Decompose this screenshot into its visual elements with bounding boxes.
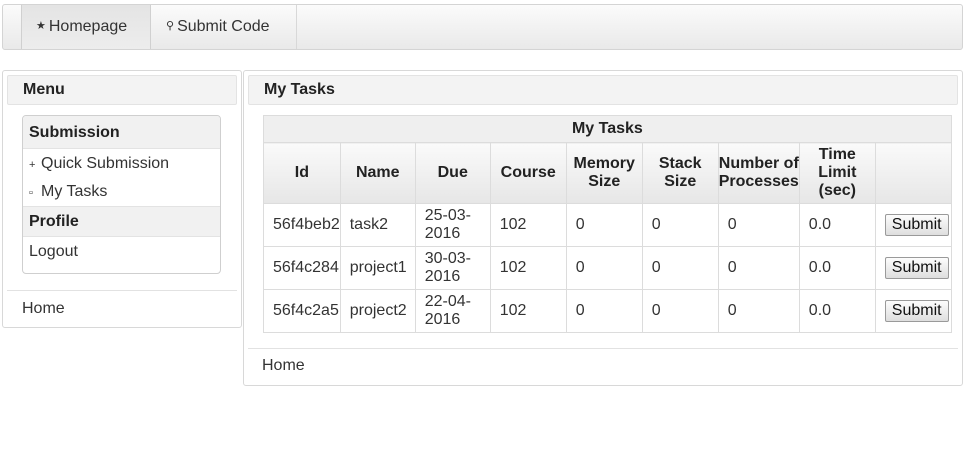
col-header-processes: Number of Processes <box>717 142 800 204</box>
submit-button[interactable]: Submit <box>884 214 949 236</box>
table-header-row: Id Name Due Course Memory Size Stack Siz… <box>263 142 952 204</box>
cell-stack: 0 <box>641 203 719 247</box>
sidebar-menu: Submission + Quick Submission ▫ My Tasks P… <box>22 115 221 274</box>
menu-item-my-tasks-label: My Tasks <box>41 183 108 200</box>
col-header-stack-size: Stack Size <box>641 142 719 204</box>
cell-due-year: 2016 <box>424 311 461 328</box>
col-header-course: Course <box>489 142 567 204</box>
col-header-action <box>874 142 952 204</box>
col-header-time-limit: Time Limit (sec) <box>798 142 876 204</box>
cell-due-date: 25-03- <box>424 207 471 224</box>
top-navbar: ★ Homepage ⚲ Submit Code <box>2 4 963 50</box>
cell-due: 22-04- 2016 <box>414 289 491 333</box>
cell-name: project1 <box>339 246 416 290</box>
cell-due: 30-03- 2016 <box>414 246 491 290</box>
sidebar-title: Menu <box>7 75 237 105</box>
col-header-due: Due <box>414 142 491 204</box>
nav-submit-code[interactable]: ⚲ Submit Code <box>152 5 297 49</box>
star-icon: ★ <box>36 20 46 32</box>
plus-icon: + <box>29 159 36 171</box>
main-footer-home[interactable]: Home <box>262 357 305 375</box>
submit-button[interactable]: Submit <box>884 257 949 279</box>
sidebar-panel: Menu Submission + Quick Submission ▫ My Ta… <box>2 70 242 328</box>
cell-id: 56f4beb2 <box>263 203 341 247</box>
cell-stack: 0 <box>641 289 719 333</box>
col-header-name: Name <box>339 142 416 204</box>
cell-course: 102 <box>489 203 567 247</box>
cell-memory: 0 <box>565 289 643 333</box>
cell-due-year: 2016 <box>424 225 461 242</box>
cell-due-date: 22-04- <box>424 293 471 310</box>
sidebar-footer-home[interactable]: Home <box>22 300 65 318</box>
cell-id: 56f4c284 <box>263 246 341 290</box>
search-icon: ⚲ <box>166 20 175 32</box>
table-row: 56f4beb2 task2 25-03- 2016 102 0 0 0 0.0 … <box>263 203 952 247</box>
cell-course: 102 <box>489 289 567 333</box>
cell-time-limit: 0.0 <box>798 246 876 290</box>
cell-processes: 0 <box>717 203 800 247</box>
cell-id: 56f4c2a5 <box>263 289 341 333</box>
nav-homepage[interactable]: ★ Homepage <box>21 5 151 49</box>
sidebar-divider <box>7 290 237 291</box>
cell-time-limit: 0.0 <box>798 203 876 247</box>
menu-header-profile: Profile <box>23 206 220 237</box>
cell-due-year: 2016 <box>424 268 461 285</box>
col-header-memory-size: Memory Size <box>565 142 643 204</box>
col-header-id: Id <box>263 142 341 204</box>
menu-item-quick-submission[interactable]: + Quick Submission <box>23 150 220 178</box>
cell-action: Submit <box>874 289 952 333</box>
cell-memory: 0 <box>565 203 643 247</box>
main-divider <box>248 348 958 349</box>
table-row: 56f4c2a5 project2 22-04- 2016 102 0 0 0 0… <box>263 289 952 333</box>
cell-processes: 0 <box>717 246 800 290</box>
cell-processes: 0 <box>717 289 800 333</box>
cell-action: Submit <box>874 203 952 247</box>
cell-name: project2 <box>339 289 416 333</box>
cell-time-limit: 0.0 <box>798 289 876 333</box>
cell-action: Submit <box>874 246 952 290</box>
menu-item-my-tasks[interactable]: ▫ My Tasks <box>23 178 220 206</box>
nav-submit-code-label: Submit Code <box>177 18 270 35</box>
table-caption: My Tasks <box>263 115 952 143</box>
tasks-table: My Tasks Id Name Due Course Memory Size … <box>263 115 952 333</box>
cell-due-date: 30-03- <box>424 250 471 267</box>
table-row: 56f4c284 project1 30-03- 2016 102 0 0 0 0… <box>263 246 952 290</box>
cell-memory: 0 <box>565 246 643 290</box>
cell-course: 102 <box>489 246 567 290</box>
menu-item-quick-submission-label: Quick Submission <box>41 155 170 172</box>
cell-name: task2 <box>339 203 416 247</box>
main-panel: My Tasks My Tasks Id Name Due Course Mem… <box>243 70 963 386</box>
cell-stack: 0 <box>641 246 719 290</box>
file-icon: ▫ <box>29 187 33 199</box>
menu-item-logout[interactable]: Logout <box>23 238 220 266</box>
submit-button[interactable]: Submit <box>884 300 949 322</box>
nav-homepage-label: Homepage <box>48 18 128 35</box>
page-title: My Tasks <box>248 75 958 105</box>
cell-due: 25-03- 2016 <box>414 203 491 247</box>
menu-header-submission: Submission <box>23 116 220 149</box>
